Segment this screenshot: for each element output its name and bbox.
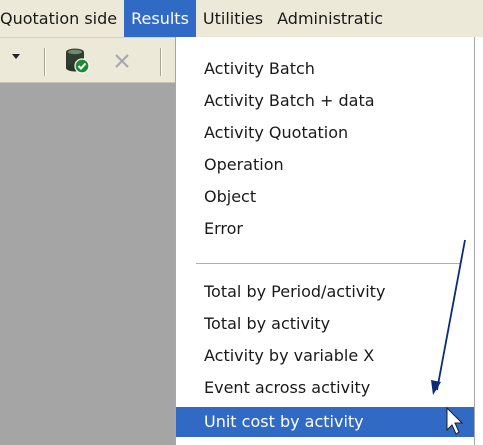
menu-administration[interactable]: Administratic <box>270 0 390 37</box>
workspace-area <box>0 83 175 445</box>
menu-item-activity-quotation[interactable]: Activity Quotation <box>176 118 474 148</box>
menu-item-event-across-activity[interactable]: Event across activity <box>176 373 474 403</box>
menu-utilities[interactable]: Utilities <box>196 0 270 37</box>
results-dropdown-menu: Activity Batch Activity Batch + data Act… <box>175 37 475 445</box>
toolbar-separator <box>44 48 45 76</box>
database-check-icon[interactable] <box>62 46 92 76</box>
dropdown-arrow-icon[interactable] <box>12 54 20 59</box>
right-margin <box>475 37 483 445</box>
menu-bar: Quotation side Results Utilities Adminis… <box>0 0 483 38</box>
menu-item-operation[interactable]: Operation <box>176 150 474 180</box>
menu-results[interactable]: Results <box>124 0 196 37</box>
close-icon[interactable] <box>112 51 132 71</box>
menu-quotation-side[interactable]: Quotation side <box>0 0 124 37</box>
menu-item-activity-batch-data[interactable]: Activity Batch + data <box>176 86 474 116</box>
menu-separator <box>196 263 460 264</box>
menu-item-activity-batch[interactable]: Activity Batch <box>176 54 474 84</box>
menu-item-total-by-period-activity[interactable]: Total by Period/activity <box>176 277 474 307</box>
toolbar-separator <box>160 48 161 76</box>
menu-item-total-by-activity[interactable]: Total by activity <box>176 309 474 339</box>
menu-item-unit-cost-by-activity[interactable]: Unit cost by activity <box>176 407 474 437</box>
menu-item-activity-by-variable-x[interactable]: Activity by variable X <box>176 341 474 371</box>
menu-item-object[interactable]: Object <box>176 182 474 212</box>
menu-item-error[interactable]: Error <box>176 214 474 244</box>
toolbar <box>0 38 175 83</box>
